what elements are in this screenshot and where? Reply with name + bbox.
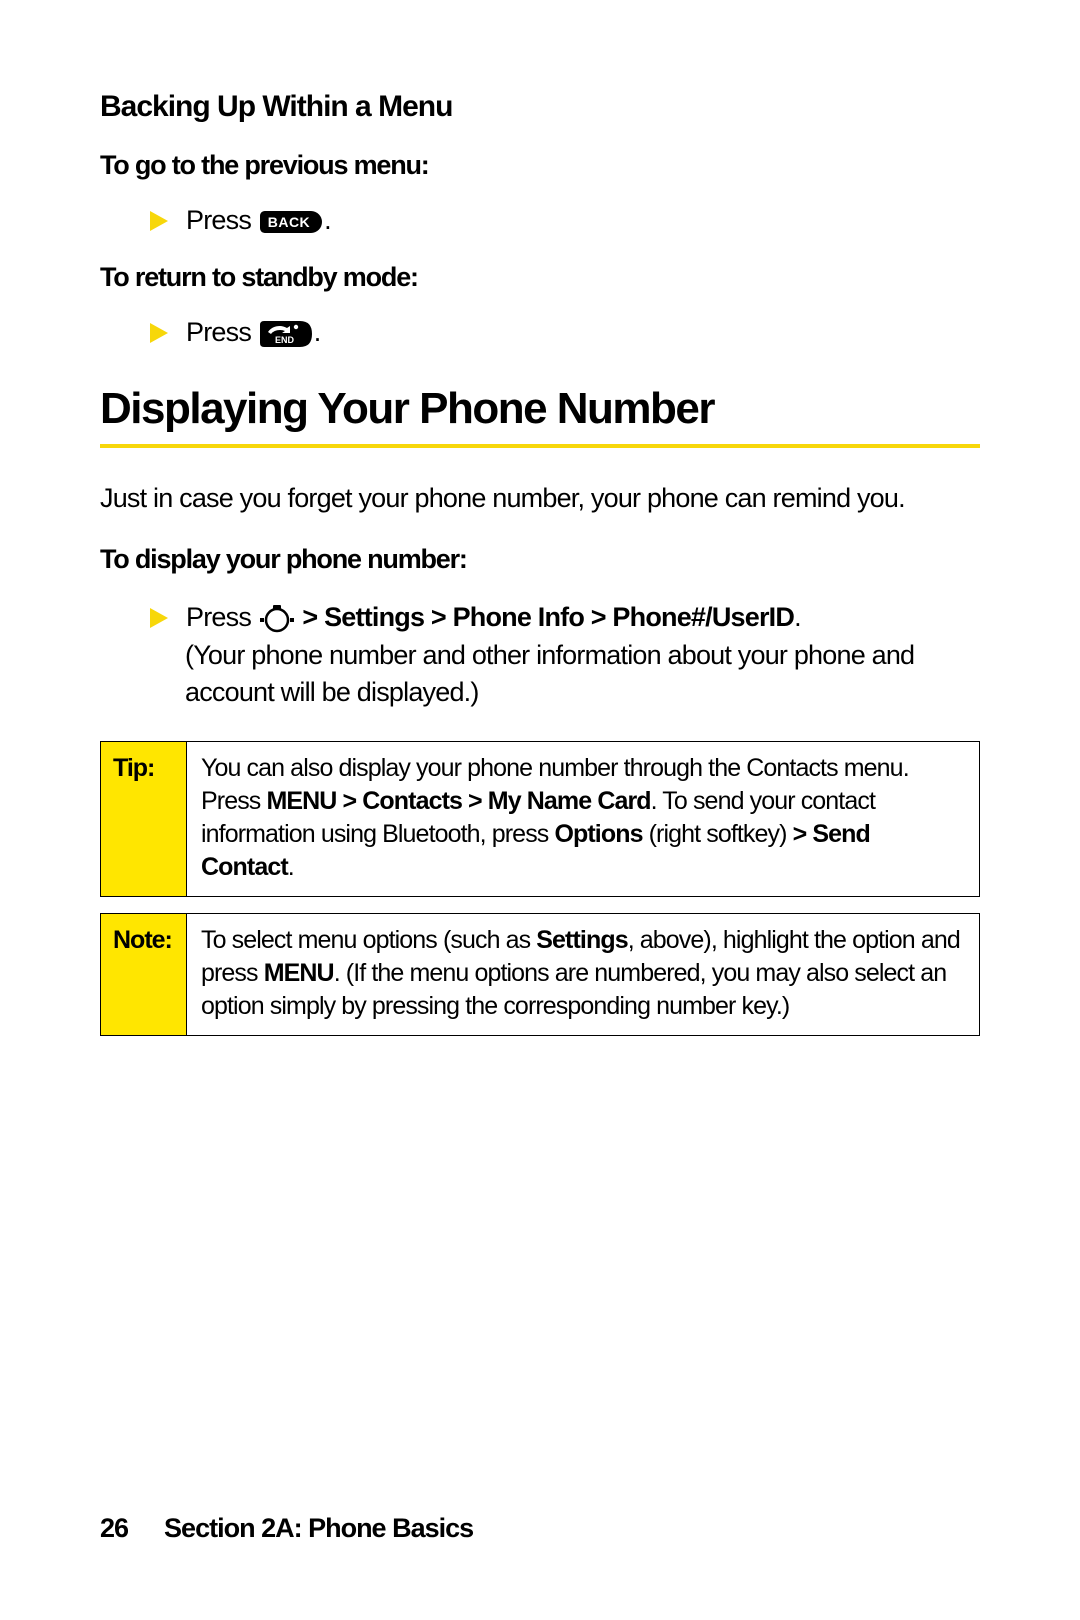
tip-body: You can also display your phone number t… <box>187 742 979 896</box>
lead-display-number: To display your phone number: <box>100 544 980 575</box>
press-label: Press <box>186 205 258 235</box>
note-label: Note: <box>101 914 187 1035</box>
press-label: Press <box>186 317 258 347</box>
note-callout: Note: To select menu options (such as Se… <box>100 913 980 1036</box>
lead-previous-menu: To go to the previous menu: <box>100 150 980 181</box>
arrow-bullet-icon <box>150 323 168 343</box>
tip-label: Tip: <box>101 742 187 896</box>
period: . <box>794 602 801 632</box>
menu-path: > Settings > Phone Info > Phone#/UserID <box>302 602 794 632</box>
tip-callout: Tip: You can also display your phone num… <box>100 741 980 897</box>
step-text: Press BACK. <box>186 205 331 236</box>
step-display-number: Press > Settings > Phone Info > Phone#/U… <box>150 599 980 711</box>
arrow-bullet-icon <box>150 211 168 231</box>
svg-text:END: END <box>275 335 295 345</box>
page-number: 26 <box>100 1513 128 1543</box>
subheading-backing-up: Backing Up Within a Menu <box>100 90 980 124</box>
note-body: To select menu options (such as Settings… <box>187 914 979 1035</box>
step-text: Press END. <box>186 317 320 348</box>
step-note: (Your phone number and other information… <box>185 637 980 712</box>
manual-page: Backing Up Within a Menu To go to the pr… <box>0 0 1080 1620</box>
step-press-back: Press BACK. <box>150 205 980 236</box>
period: . <box>324 205 331 235</box>
step-press-end: Press END. <box>150 317 980 348</box>
period: . <box>314 317 321 347</box>
section-title: Section 2A: Phone Basics <box>164 1513 473 1543</box>
heading-displaying-number: Displaying Your Phone Number <box>100 384 980 448</box>
step-line: Press > Settings > Phone Info > Phone#/U… <box>186 599 801 636</box>
page-footer: 26 Section 2A: Phone Basics <box>100 1513 473 1544</box>
arrow-bullet-icon <box>150 608 168 628</box>
press-label: Press <box>186 602 258 632</box>
back-key-icon: BACK <box>260 211 322 233</box>
intro-paragraph: Just in case you forget your phone numbe… <box>100 480 980 516</box>
end-key-icon: END <box>260 321 312 347</box>
nav-key-icon <box>260 605 294 633</box>
lead-standby-mode: To return to standby mode: <box>100 262 980 293</box>
